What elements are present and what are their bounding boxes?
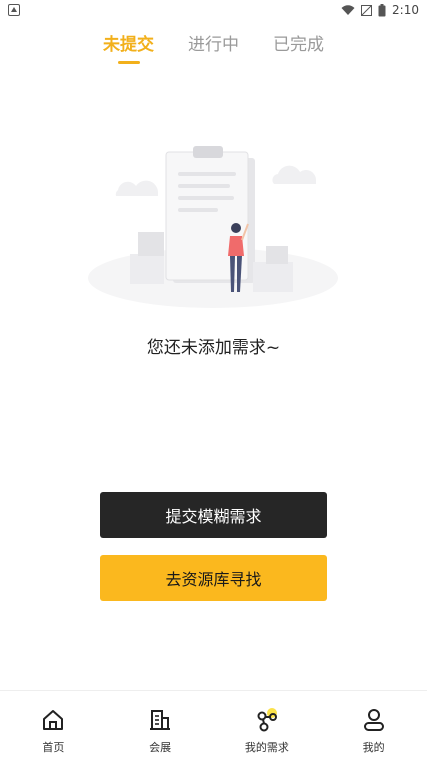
status-icons: 2:10 xyxy=(341,3,419,17)
nav-item-exhibition[interactable]: 会展 xyxy=(107,691,214,760)
battery-icon xyxy=(378,3,386,16)
submit-vague-request-button[interactable]: 提交模糊需求 xyxy=(100,492,327,538)
status-tabs: 未提交 进行中 已完成 xyxy=(0,30,427,70)
tab-in-progress[interactable]: 进行中 xyxy=(188,30,239,64)
bottom-nav: 首页 会展 我的需求 我的 xyxy=(0,690,427,760)
tab-unsubmitted[interactable]: 未提交 xyxy=(103,30,154,64)
browse-resource-library-button[interactable]: 去资源库寻找 xyxy=(100,555,327,601)
app-notification-icon xyxy=(8,4,20,16)
nav-label-home: 首页 xyxy=(42,741,65,754)
empty-state-message: 您还未添加需求~ xyxy=(146,338,281,358)
nav-item-home[interactable]: 首页 xyxy=(0,691,107,760)
no-signal-icon xyxy=(361,4,373,16)
wifi-icon xyxy=(341,4,355,15)
nodes-icon xyxy=(257,708,277,732)
empty-clipboard-illustration xyxy=(88,146,338,308)
person-icon xyxy=(363,709,384,731)
status-time: 2:10 xyxy=(392,3,419,17)
status-bar: 2:10 xyxy=(0,0,427,20)
nav-item-profile[interactable]: 我的 xyxy=(320,691,427,760)
nav-item-my-requests[interactable]: 我的需求 xyxy=(214,691,321,760)
tab-completed[interactable]: 已完成 xyxy=(273,30,324,64)
nav-label-profile: 我的 xyxy=(362,741,385,754)
home-icon xyxy=(43,710,64,730)
nav-label-exhibition: 会展 xyxy=(149,741,172,754)
nav-label-my-requests: 我的需求 xyxy=(244,741,289,754)
building-icon xyxy=(150,710,171,730)
